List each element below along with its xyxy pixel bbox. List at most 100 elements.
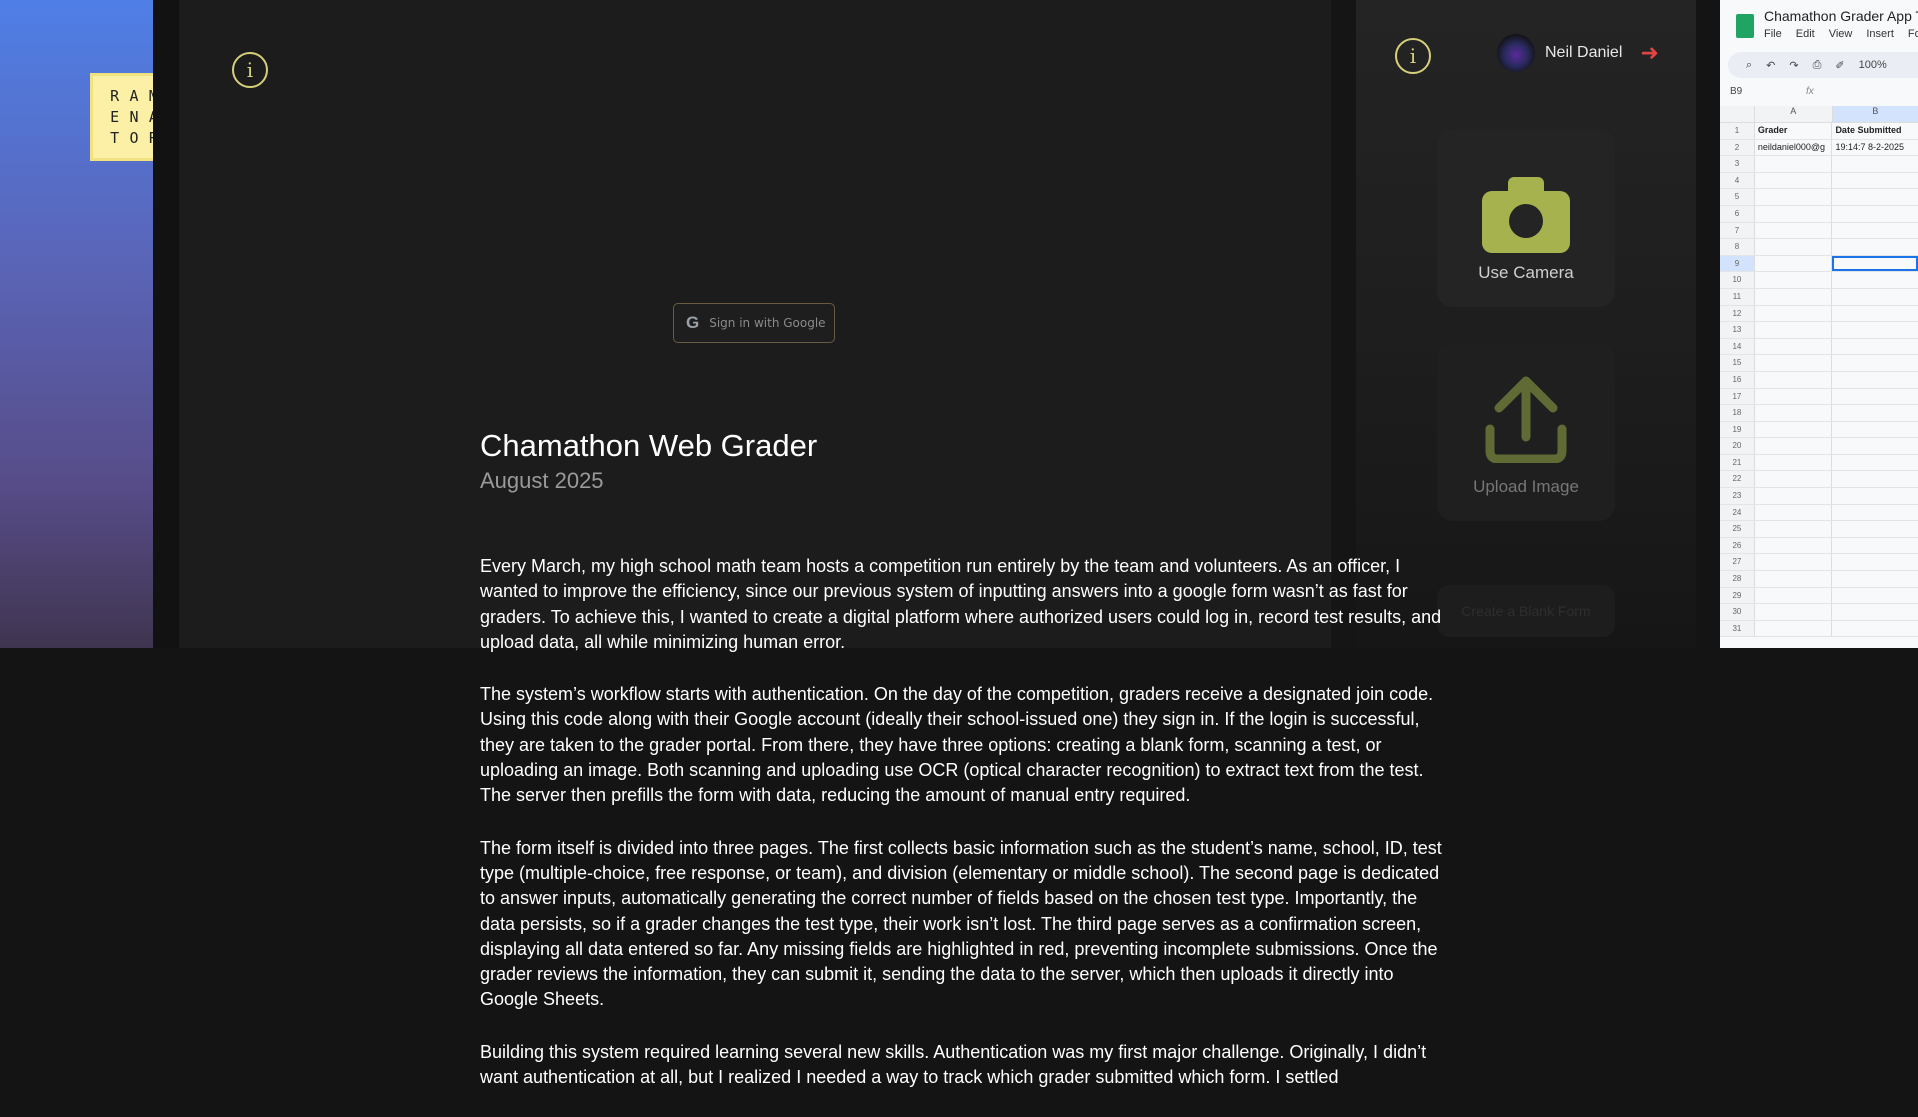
row-header[interactable]: 31	[1720, 620, 1755, 637]
cell[interactable]	[1755, 571, 1833, 587]
row-header[interactable]: 9	[1720, 255, 1755, 272]
cell[interactable]	[1755, 388, 1833, 405]
row-header[interactable]: 12	[1720, 305, 1755, 322]
cell[interactable]	[1755, 604, 1833, 620]
cell[interactable]	[1832, 588, 1918, 604]
cell[interactable]	[1832, 239, 1918, 255]
create-blank-form-button[interactable]: Create a Blank Form	[1437, 585, 1615, 637]
row-header[interactable]: 20	[1720, 438, 1755, 454]
cell[interactable]	[1832, 389, 1918, 405]
google-signin-button[interactable]: G Sign in with Google	[673, 303, 835, 343]
cell[interactable]	[1832, 455, 1918, 471]
row-header[interactable]: 25	[1720, 521, 1755, 537]
column-header-b[interactable]: B	[1832, 106, 1918, 122]
row-header[interactable]: 27	[1720, 554, 1755, 571]
cell[interactable]	[1832, 505, 1918, 521]
cell[interactable]: neildaniel000@g	[1755, 139, 1833, 156]
cell[interactable]	[1832, 604, 1918, 620]
row-header[interactable]: 17	[1720, 388, 1755, 405]
cell[interactable]	[1832, 521, 1918, 537]
cell[interactable]	[1755, 239, 1833, 255]
cell[interactable]: Date Submitted	[1832, 123, 1918, 139]
cell[interactable]	[1832, 372, 1918, 388]
cell[interactable]	[1755, 338, 1833, 355]
row-header[interactable]: 24	[1720, 504, 1755, 521]
cell[interactable]	[1832, 422, 1918, 438]
row-header[interactable]: 18	[1720, 405, 1755, 421]
cell[interactable]	[1832, 289, 1918, 305]
menu-item-edit[interactable]: Edit	[1796, 28, 1815, 40]
cell[interactable]	[1832, 471, 1918, 487]
cell[interactable]	[1832, 554, 1918, 570]
row-header[interactable]: 29	[1720, 587, 1755, 604]
cell[interactable]	[1755, 305, 1833, 322]
upload-image-button[interactable]: Upload Image	[1437, 343, 1615, 521]
cell[interactable]	[1832, 306, 1918, 322]
info-icon[interactable]: i	[232, 52, 268, 88]
cell[interactable]	[1755, 488, 1833, 504]
cell[interactable]	[1755, 205, 1833, 222]
redo-icon[interactable]: ↷	[1789, 59, 1798, 72]
search-icon[interactable]: ⌕	[1746, 59, 1752, 72]
row-header[interactable]: 13	[1720, 322, 1755, 338]
cell[interactable]	[1755, 355, 1833, 371]
row-header[interactable]: 1	[1720, 123, 1755, 139]
cell[interactable]	[1755, 172, 1833, 189]
row-header[interactable]: 28	[1720, 571, 1755, 587]
cell[interactable]	[1832, 438, 1918, 454]
cell[interactable]	[1832, 571, 1918, 587]
cell[interactable]	[1755, 620, 1833, 637]
row-header[interactable]: 21	[1720, 454, 1755, 471]
cell[interactable]	[1755, 421, 1833, 438]
menu-item-view[interactable]: View	[1829, 28, 1853, 40]
cell[interactable]	[1755, 537, 1833, 554]
cell[interactable]	[1832, 189, 1918, 205]
cell[interactable]	[1755, 554, 1833, 571]
cell[interactable]	[1832, 206, 1918, 222]
undo-icon[interactable]: ↶	[1766, 59, 1775, 72]
menu-item-insert[interactable]: Insert	[1866, 28, 1894, 40]
cell[interactable]	[1832, 156, 1918, 172]
menu-item-format[interactable]: Form	[1908, 28, 1918, 40]
cell[interactable]	[1755, 405, 1833, 421]
cell[interactable]	[1755, 521, 1833, 537]
row-header[interactable]: 22	[1720, 471, 1755, 488]
row-header[interactable]: 7	[1720, 222, 1755, 239]
row-header[interactable]: 15	[1720, 355, 1755, 371]
cell[interactable]	[1832, 272, 1918, 288]
cell[interactable]	[1832, 538, 1918, 554]
cell[interactable]	[1832, 488, 1918, 504]
cell[interactable]	[1832, 355, 1918, 371]
cell[interactable]	[1832, 255, 1918, 272]
row-header[interactable]: 14	[1720, 338, 1755, 355]
cell[interactable]	[1755, 371, 1833, 388]
use-camera-button[interactable]: Use Camera	[1437, 129, 1615, 307]
cell[interactable]	[1832, 223, 1918, 239]
cell[interactable]	[1755, 156, 1833, 172]
row-header[interactable]: 23	[1720, 488, 1755, 504]
menu-item-file[interactable]: File	[1764, 28, 1782, 40]
sheet-title[interactable]: Chamathon Grader App T	[1764, 8, 1918, 24]
zoom-select[interactable]: 100%	[1859, 59, 1887, 71]
row-header[interactable]: 8	[1720, 239, 1755, 255]
cell[interactable]	[1755, 471, 1833, 488]
cell[interactable]	[1755, 438, 1833, 454]
row-header[interactable]: 30	[1720, 604, 1755, 620]
cell[interactable]	[1755, 587, 1833, 604]
cell[interactable]	[1755, 504, 1833, 521]
row-header[interactable]: 6	[1720, 205, 1755, 222]
logout-icon[interactable]: ➜	[1640, 41, 1658, 66]
cell[interactable]	[1755, 255, 1833, 272]
cell[interactable]	[1832, 621, 1918, 637]
row-header[interactable]: 4	[1720, 172, 1755, 189]
name-box[interactable]: B9	[1730, 86, 1742, 97]
row-header[interactable]: 10	[1720, 272, 1755, 288]
info-icon[interactable]: i	[1395, 38, 1431, 74]
paint-format-icon[interactable]: ✐	[1835, 59, 1844, 72]
avatar[interactable]	[1497, 34, 1535, 72]
cell[interactable]	[1755, 454, 1833, 471]
cell[interactable]: 19:14:7 8-2-2025	[1832, 140, 1918, 156]
cell[interactable]	[1755, 222, 1833, 239]
column-header-a[interactable]: A	[1755, 106, 1833, 122]
cell[interactable]	[1755, 288, 1833, 305]
